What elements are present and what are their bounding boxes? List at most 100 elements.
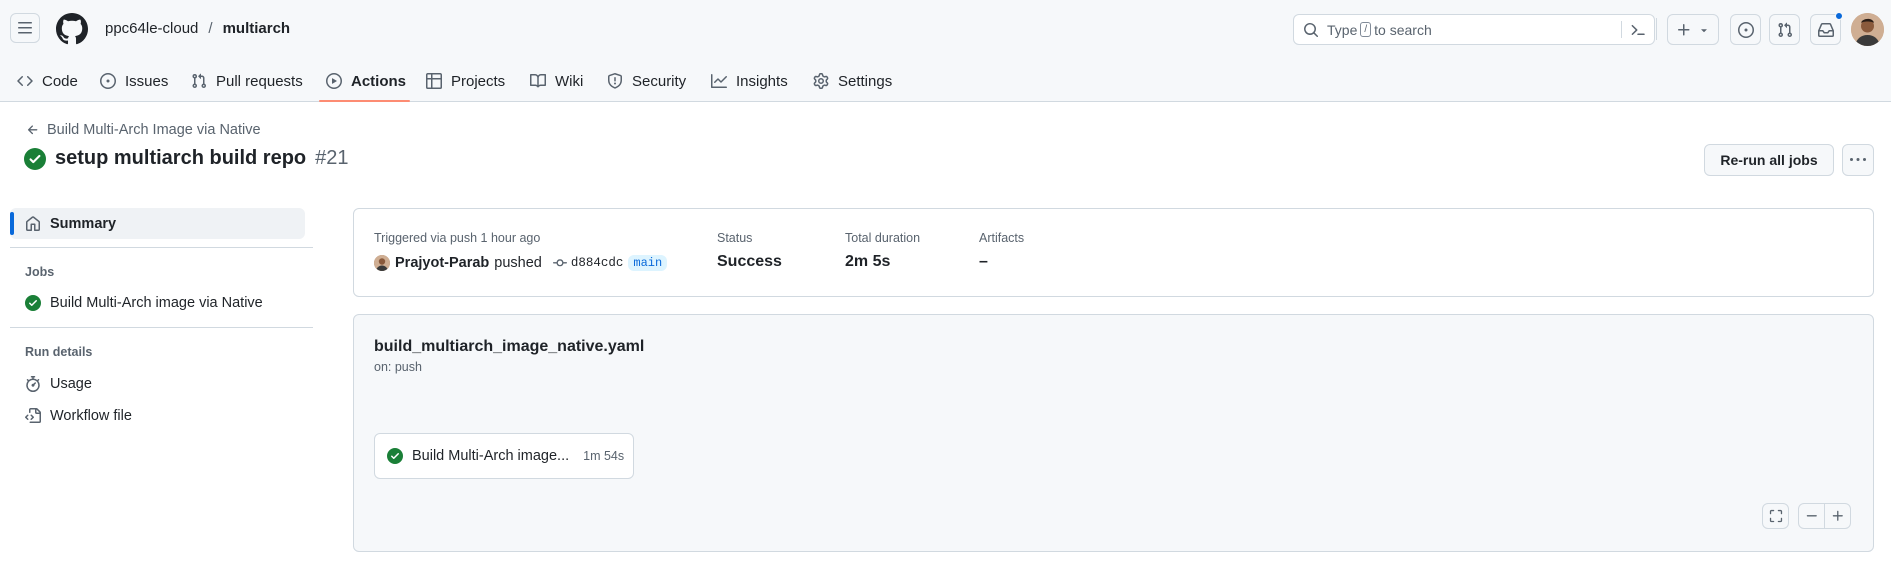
tab-actions[interactable]: Actions — [326, 60, 406, 102]
run-summary-card: Triggered via push 1 hour ago Prajyot-Pa… — [353, 208, 1874, 297]
actor-link[interactable]: Prajyot-Parab — [395, 255, 489, 271]
sidebar-divider — [10, 327, 313, 328]
tab-security[interactable]: Security — [607, 60, 686, 102]
sidebar-item-workflow-file[interactable]: Workflow file — [25, 408, 132, 424]
tab-wiki[interactable]: Wiki — [530, 60, 583, 102]
sidebar-summary-label: Summary — [50, 215, 117, 232]
actor-avatar[interactable] — [374, 255, 390, 271]
sidebar-workflow-file-label: Workflow file — [50, 408, 132, 424]
search-input[interactable]: Type / to search — [1293, 14, 1655, 45]
menu-button[interactable] — [10, 13, 40, 43]
search-placeholder-suffix: to search — [1374, 21, 1432, 38]
commit-link[interactable]: d884cdc — [552, 256, 624, 270]
selected-indicator — [10, 212, 14, 235]
sidebar-usage-label: Usage — [50, 376, 92, 392]
more-options-button[interactable] — [1842, 144, 1874, 176]
tab-label: Projects — [451, 72, 506, 90]
zoom-in-button[interactable] — [1824, 503, 1851, 529]
git-commit-icon — [552, 259, 567, 267]
your-issues-button[interactable] — [1730, 14, 1761, 45]
workflow-file-name: build_multiarch_image_native.yaml — [374, 338, 645, 355]
terminal-icon — [1631, 24, 1645, 35]
back-to-workflow-link[interactable]: Build Multi-Arch Image via Native — [26, 122, 261, 138]
zoom-out-button[interactable] — [1798, 503, 1825, 529]
repo-owner-link[interactable]: ppc64le-cloud — [105, 20, 198, 37]
table-icon — [426, 73, 442, 89]
sidebar-item-usage[interactable]: Usage — [25, 376, 92, 392]
book-icon — [530, 73, 546, 88]
unread-indicator — [1835, 12, 1843, 20]
github-logo-icon[interactable] — [56, 13, 88, 45]
graph-icon — [711, 74, 727, 88]
tab-label: Security — [632, 72, 687, 90]
run-number: #21 — [315, 147, 349, 169]
tab-code[interactable]: Code — [17, 60, 78, 102]
jobs-heading: Jobs — [25, 265, 55, 279]
commit-sha: d884cdc — [570, 256, 624, 270]
workflow-trigger: on: push — [374, 360, 422, 374]
artifacts-label: Artifacts — [979, 231, 1025, 245]
repo-nav-tabs: Code Issues Pull requests Actions Projec… — [0, 60, 1891, 102]
tab-label: Code — [42, 72, 78, 90]
sidebar-item-job[interactable]: Build Multi-Arch image via Native — [25, 295, 263, 311]
check-circle-fill-icon — [24, 147, 46, 170]
code-icon — [17, 75, 33, 87]
tab-label: Settings — [838, 72, 893, 90]
issue-opened-icon — [100, 73, 116, 89]
create-new-button[interactable] — [1667, 14, 1719, 45]
gear-icon — [813, 73, 829, 89]
active-tab-indicator — [319, 100, 410, 102]
repo-name-link[interactable]: multiarch — [223, 20, 291, 37]
tab-projects[interactable]: Projects — [426, 60, 505, 102]
kebab-horizontal-icon — [1850, 158, 1866, 161]
tab-settings[interactable]: Settings — [813, 60, 892, 102]
avatar-image — [1851, 13, 1884, 46]
dash-icon — [1806, 515, 1817, 517]
tab-label: Actions — [351, 72, 407, 90]
duration-value[interactable]: 2m 5s — [845, 253, 890, 271]
play-icon — [326, 73, 342, 89]
global-bar: ppc64le-cloud / multiarch Type / to sear… — [0, 0, 1891, 60]
status-label: Status — [717, 231, 753, 245]
check-circle-fill-icon — [25, 295, 41, 311]
tab-issues[interactable]: Issues — [100, 60, 168, 102]
branch-label[interactable]: main — [628, 255, 668, 271]
git-pull-request-icon — [1777, 22, 1792, 37]
home-icon — [26, 215, 40, 231]
issue-opened-icon — [1737, 21, 1754, 38]
plus-icon — [1678, 23, 1690, 35]
inbox-icon — [1817, 22, 1834, 37]
git-pull-request-icon — [192, 73, 207, 89]
hamburger-icon — [18, 22, 32, 34]
check-circle-fill-icon — [387, 448, 403, 464]
rerun-all-jobs-button[interactable]: Re-run all jobs — [1704, 144, 1834, 176]
triangle-down-icon — [1701, 28, 1707, 32]
fullscreen-button[interactable] — [1762, 503, 1789, 529]
sidebar-job-label: Build Multi-Arch image via Native — [50, 295, 263, 311]
workflow-graph[interactable]: build_multiarch_image_native.yaml on: pu… — [353, 314, 1874, 552]
your-pull-requests-button[interactable] — [1769, 14, 1800, 45]
trigger-details: Prajyot-Parab pushed d884cdc main — [374, 255, 668, 271]
tab-insights[interactable]: Insights — [711, 60, 788, 102]
header-divider — [1656, 18, 1657, 40]
tab-label: Insights — [736, 72, 788, 90]
trigger-text: Triggered via push 1 hour ago — [374, 231, 541, 245]
screen-full-icon — [1769, 509, 1782, 523]
job-duration: 1m 54s — [583, 449, 625, 463]
app-header: ppc64le-cloud / multiarch Type / to sear… — [0, 0, 1891, 102]
sidebar-divider — [10, 247, 313, 248]
run-title-text: setup multiarch build repo — [55, 147, 307, 169]
tab-label: Wiki — [555, 72, 584, 90]
command-palette-button[interactable] — [1621, 21, 1646, 38]
job-name: Build Multi-Arch image... — [412, 448, 570, 464]
search-shortcut-key: / — [1360, 22, 1372, 37]
page-title: setup multiarch build repo #21 — [24, 147, 349, 170]
arrow-left-icon — [27, 125, 38, 135]
job-card[interactable]: Build Multi-Arch image... 1m 54s — [374, 433, 634, 479]
artifacts-value: – — [979, 253, 988, 270]
file-code-icon — [25, 408, 41, 423]
back-link-label: Build Multi-Arch Image via Native — [47, 122, 261, 138]
tab-pull-requests[interactable]: Pull requests — [191, 60, 303, 102]
user-avatar[interactable] — [1851, 13, 1884, 46]
sidebar-item-summary[interactable]: Summary — [10, 208, 305, 239]
